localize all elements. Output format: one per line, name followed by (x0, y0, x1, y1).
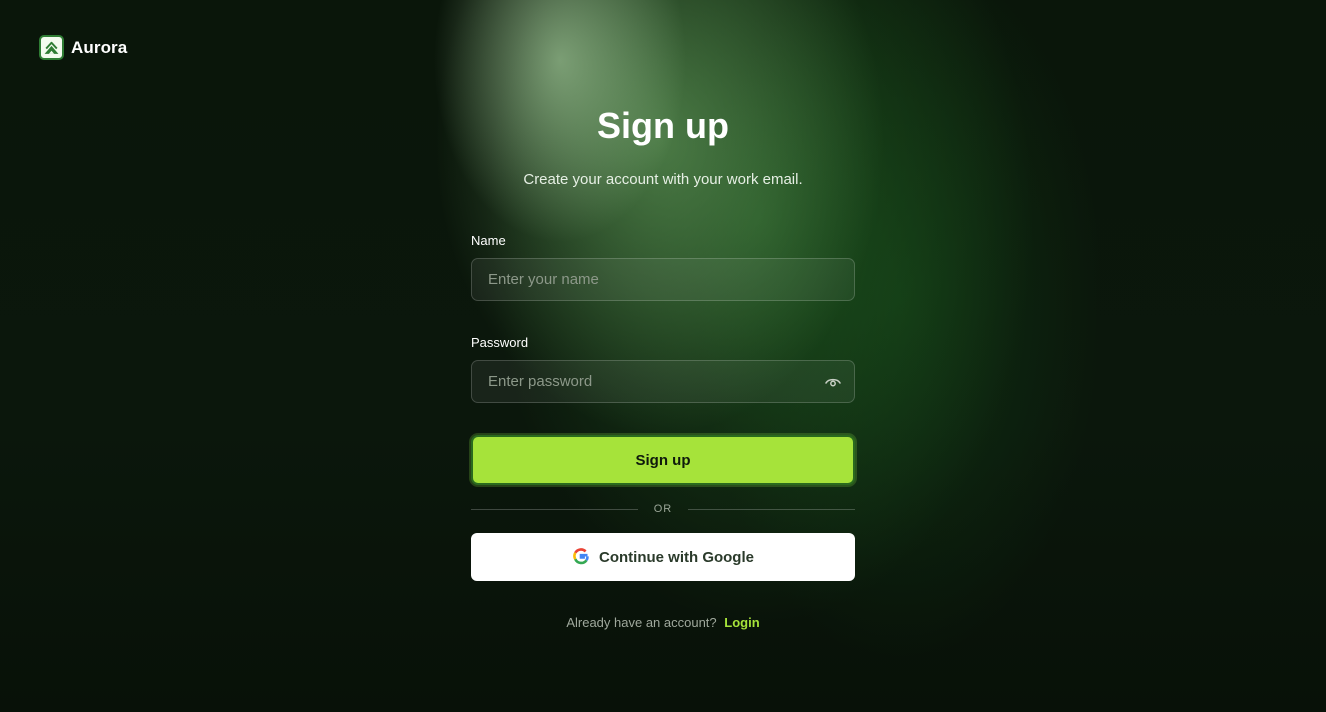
divider-line-left (471, 508, 638, 510)
signup-form: Sign up Create your account with your wo… (471, 100, 855, 632)
divider-line-right (688, 508, 855, 510)
login-link[interactable]: Login (724, 615, 759, 630)
or-divider: OR (471, 501, 855, 517)
page-subtitle: Create your account with your work email… (523, 171, 803, 188)
sign-up-button[interactable]: Sign up (471, 435, 855, 485)
aurora-logo-icon (39, 35, 64, 60)
name-label: Name (471, 233, 506, 248)
login-prompt-text: Already have an account? (566, 615, 717, 630)
login-prompt: Already have an account? Login (471, 614, 855, 632)
eye-icon[interactable] (824, 373, 842, 391)
google-button-label: Continue with Google (599, 548, 754, 566)
divider-label: OR (653, 503, 673, 515)
name-input[interactable] (472, 259, 854, 300)
brand-name: Aurora (71, 37, 128, 57)
page-title: Sign up (597, 105, 729, 146)
password-label: Password (471, 335, 529, 350)
password-field-wrapper (471, 360, 855, 403)
brand[interactable]: Aurora (39, 35, 127, 60)
google-icon (572, 547, 590, 568)
password-input[interactable] (472, 361, 854, 402)
name-field-wrapper (471, 258, 855, 301)
continue-with-google-button[interactable]: Continue with Google (471, 533, 855, 581)
